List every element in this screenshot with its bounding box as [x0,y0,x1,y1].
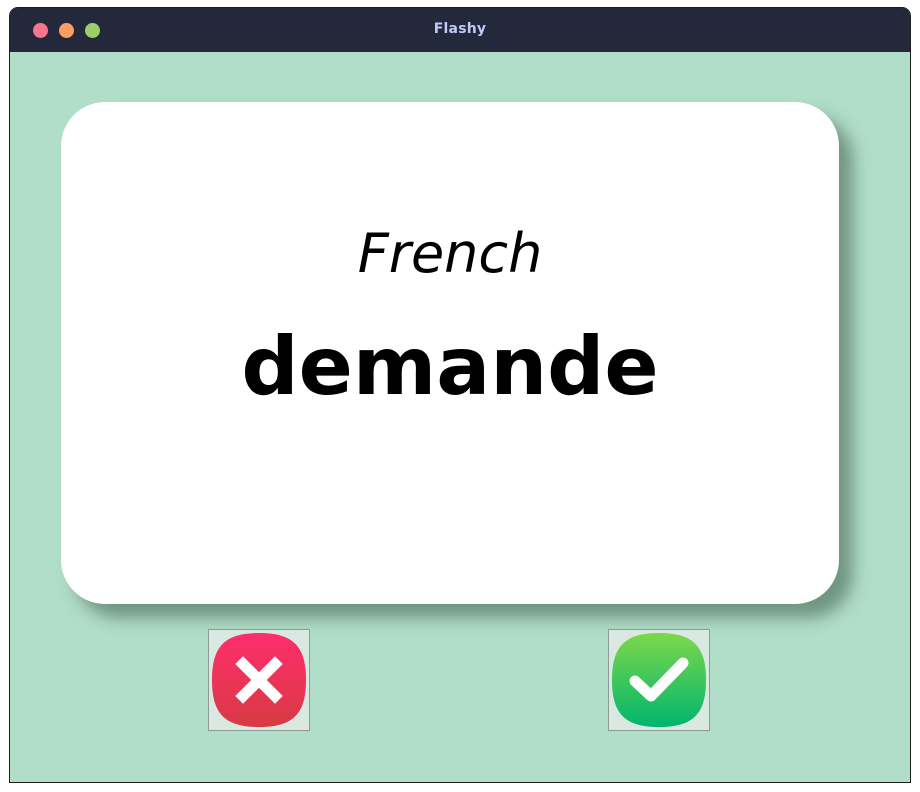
x-icon [212,633,306,727]
right-button[interactable] [608,629,710,731]
card-language: French [357,222,543,285]
app-content: French demande [10,52,910,782]
flash-card: French demande [61,102,839,604]
card-word: demande [241,320,659,413]
wrong-button[interactable] [208,629,310,731]
window-title: Flashy [433,21,487,37]
check-icon [612,633,706,727]
app-window: Flashy French demande [9,7,911,783]
title-bar: Flashy [10,8,910,52]
